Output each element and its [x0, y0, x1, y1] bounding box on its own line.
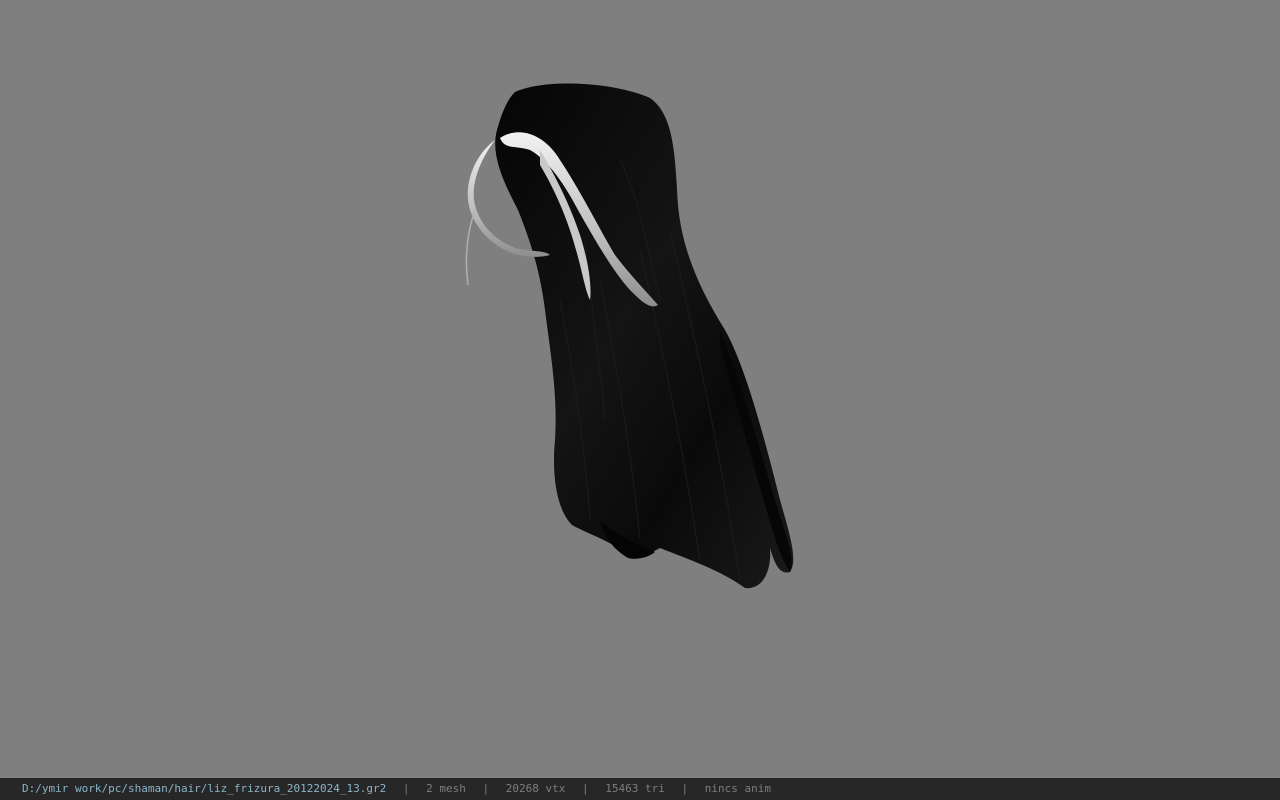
3d-viewport[interactable]: [0, 0, 1280, 778]
status-separator: |: [482, 782, 490, 795]
hair-model-render[interactable]: [0, 0, 1280, 778]
animation-status: nincs anim: [704, 782, 771, 795]
model-viewer-window: D:/ymir work/pc/shaman/hair/liz_frizura_…: [0, 0, 1280, 800]
mesh-count: 2 mesh: [426, 782, 466, 795]
hair-main-volume: [495, 83, 794, 589]
status-bar: D:/ymir work/pc/shaman/hair/liz_frizura_…: [0, 778, 1280, 800]
status-separator: |: [581, 782, 589, 795]
triangle-count: 15463 tri: [605, 782, 665, 795]
status-separator: |: [402, 782, 410, 795]
file-path: D:/ymir work/pc/shaman/hair/liz_frizura_…: [22, 782, 387, 795]
hair-thin-strand: [465, 209, 476, 286]
status-separator: |: [681, 782, 689, 795]
vertex-count: 20268 vtx: [505, 782, 566, 795]
